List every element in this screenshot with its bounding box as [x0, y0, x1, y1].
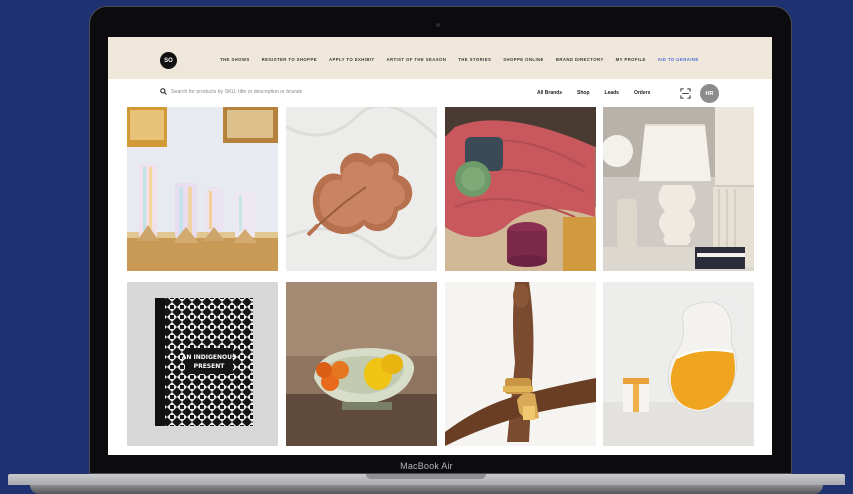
- product-tile-leaf-dish[interactable]: [286, 107, 437, 271]
- bowl-image: [286, 282, 437, 446]
- leaf-dish-image: [286, 107, 437, 271]
- cuffs-image: [445, 282, 596, 446]
- toolbar: All Brands Shop Leads Orders HR: [108, 79, 772, 107]
- product-tile-lamps[interactable]: [603, 107, 754, 271]
- glass-vases-image: [127, 107, 278, 271]
- all-brands-link[interactable]: All Brands: [537, 90, 562, 96]
- nav-item-register-to-shoppe[interactable]: REGISTER TO SHOPPE: [262, 57, 317, 62]
- logo[interactable]: SO: [160, 52, 177, 69]
- avatar[interactable]: HR: [700, 84, 719, 103]
- top-navigation: SO THE SHOWS REGISTER TO SHOPPE APPLY TO…: [108, 37, 772, 79]
- product-tile-pitcher[interactable]: [603, 282, 754, 446]
- nav-item-shoppe-online[interactable]: SHOPPE ONLINE: [503, 57, 544, 62]
- nav-item-my-profile[interactable]: MY PROFILE: [616, 57, 646, 62]
- search-bar: [160, 88, 391, 95]
- browser-screen: SO THE SHOWS REGISTER TO SHOPPE APPLY TO…: [108, 37, 772, 455]
- laptop-base: [0, 474, 853, 494]
- pitcher-image: [603, 282, 754, 446]
- search-icon: [160, 88, 167, 95]
- orders-link[interactable]: Orders: [634, 90, 650, 96]
- product-tile-bowl[interactable]: [286, 282, 437, 446]
- scan-icon[interactable]: [680, 88, 691, 99]
- nav-item-the-shows[interactable]: THE SHOWS: [220, 57, 250, 62]
- product-tile-sofa[interactable]: [445, 107, 596, 271]
- nav-links: THE SHOWS REGISTER TO SHOPPE APPLY TO EX…: [220, 57, 699, 62]
- search-input[interactable]: [171, 88, 391, 95]
- leads-link[interactable]: Leads: [605, 90, 619, 96]
- sofa-image: [445, 107, 596, 271]
- lamps-image: [603, 107, 754, 271]
- device-model-label: MacBook Air: [400, 461, 453, 471]
- shop-link[interactable]: Shop: [577, 90, 590, 96]
- book-title-line-2: PRESENT: [194, 363, 226, 370]
- toolbar-links: All Brands Shop Leads Orders: [537, 90, 650, 96]
- nav-item-the-stories[interactable]: THE STORIES: [458, 57, 491, 62]
- camera-icon: [436, 23, 440, 27]
- book-title-line-1: AN INDIGENOUS: [182, 354, 237, 361]
- nav-item-apply-to-exhibit[interactable]: APPLY TO EXHIBIT: [329, 57, 374, 62]
- nav-item-artist-of-the-season[interactable]: ARTIST OF THE SEASON: [386, 57, 446, 62]
- product-tile-book[interactable]: AN INDIGENOUS PRESENT: [127, 282, 278, 446]
- nav-item-brand-directory[interactable]: BRAND DIRECTORY: [556, 57, 604, 62]
- product-tile-glass-vases[interactable]: [127, 107, 278, 271]
- product-tile-cuffs[interactable]: [445, 282, 596, 446]
- book-image: AN INDIGENOUS PRESENT: [127, 282, 278, 446]
- nav-item-aid-to-ukraine[interactable]: AID TO UKRAINE: [658, 57, 699, 62]
